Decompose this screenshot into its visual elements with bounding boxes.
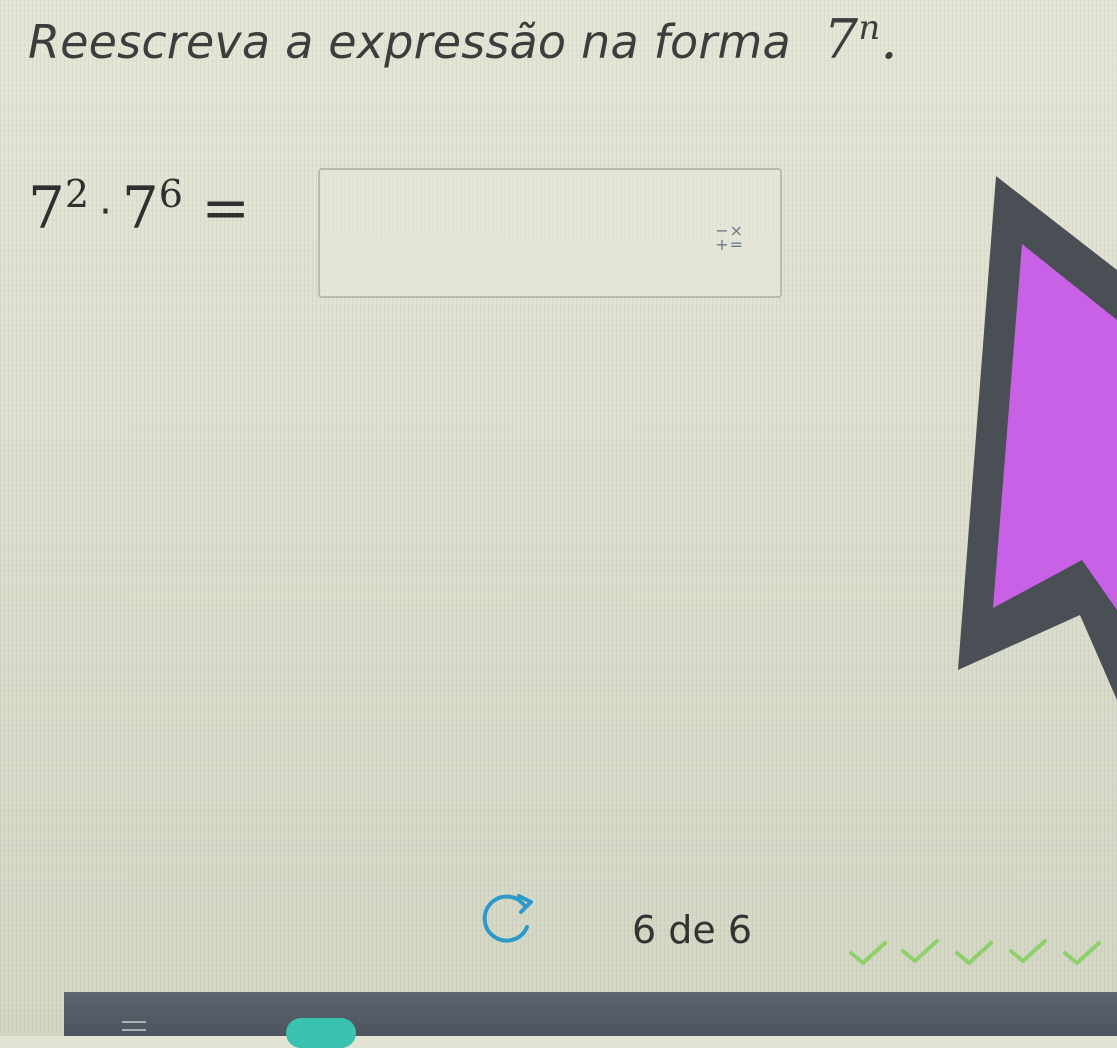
question-form: 7n. (824, 8, 898, 71)
math-expression: 72 · 76 = (28, 172, 250, 241)
expression-exponent-1: 2 (64, 172, 90, 216)
question-form-end: . (880, 8, 898, 71)
answer-input[interactable]: −× += (318, 168, 782, 298)
keypad-icon-bottom: += (715, 235, 744, 254)
question-form-exponent: n (858, 8, 881, 48)
bottom-action-button[interactable] (286, 1018, 356, 1048)
screen-background (0, 0, 1117, 1036)
checkmark-icon (901, 939, 939, 963)
math-keypad-icon[interactable]: −× += (715, 223, 744, 254)
expression-exponent-2: 6 (158, 172, 183, 216)
expression-base-1: 7 (28, 173, 65, 242)
menu-icon[interactable] (122, 1021, 146, 1031)
bottom-toolbar (64, 992, 1117, 1048)
retry-icon-arc (482, 894, 529, 943)
question-title: Reescreva a expressão na forma 7n. (28, 8, 898, 71)
checkmark-icon (1009, 939, 1047, 963)
checkmark-icon (849, 941, 887, 965)
question-instruction: Reescreva a expressão na forma (28, 15, 791, 69)
expression-base-2: 7 (121, 173, 159, 242)
progress-counter: 6 de 6 (632, 908, 753, 952)
checkmark-icon (955, 941, 993, 965)
expression-operator: · (99, 189, 112, 236)
question-form-base: 7 (823, 8, 859, 71)
expression-equals: = (201, 173, 250, 242)
checkmark-icon (1063, 941, 1101, 965)
progress-checkmarks (849, 939, 1101, 965)
retry-icon[interactable] (476, 888, 536, 946)
